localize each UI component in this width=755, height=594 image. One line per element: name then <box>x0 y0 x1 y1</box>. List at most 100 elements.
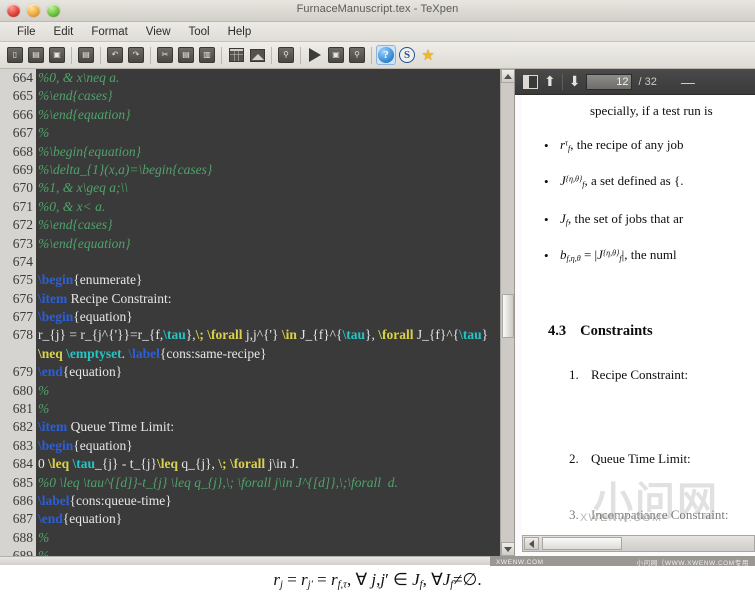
code-line[interactable]: %\begin{equation} <box>38 143 500 161</box>
title-bar: FurnaceManuscript.tex - TeXpen <box>0 0 755 22</box>
code-token: \forall <box>378 327 414 343</box>
zoom-out-icon[interactable]: — <box>681 75 695 89</box>
code-line[interactable]: \label{cons:queue-time} <box>38 492 500 510</box>
line-number-gutter: 664 665 666 667 668 669 670 671 672 673 674 675 676 6… <box>0 69 36 556</box>
code-line[interactable]: r_{j} = r_{j^{'}}=r_{f,\tau},\; \forall … <box>38 326 500 363</box>
code-token: 0 <box>38 456 49 472</box>
line-number: 677 <box>12 309 33 325</box>
pdf-bullet-text-1: , the recipe of any job <box>570 137 684 152</box>
code-line[interactable] <box>38 253 500 271</box>
redo-button[interactable]: ↷ <box>126 45 146 65</box>
code-line[interactable]: \end{equation} <box>38 363 500 381</box>
favorite-button[interactable]: ★ <box>418 45 438 65</box>
code-token: j,j^{'} <box>242 327 282 343</box>
new-file-button[interactable]: ▯ <box>5 45 25 65</box>
scroll-up-arrow-icon[interactable] <box>501 69 514 83</box>
code-token: \leq <box>48 456 70 472</box>
math-mode-button[interactable]: S <box>397 45 417 65</box>
code-token: \leq <box>156 456 178 472</box>
code-line[interactable]: %0, & x< a. <box>38 198 500 216</box>
line-number-continuation: . <box>0 345 36 363</box>
line-number: 687 <box>12 511 33 527</box>
insert-image-button[interactable] <box>247 45 267 65</box>
menu-file[interactable]: File <box>8 24 45 40</box>
pdf-preview-pane: ⬆ ⬇ 12 / 32 — specially, if a test run i… <box>514 69 755 565</box>
editor-scroll-thumb[interactable] <box>502 294 514 338</box>
code-line[interactable]: % <box>38 382 500 400</box>
menu-format[interactable]: Format <box>82 24 136 40</box>
line-number: 680 <box>12 382 33 398</box>
code-line[interactable]: 0 \leq \tau_{j} - t_{j}\leq q_{j}, \; \f… <box>38 455 500 473</box>
window-title: FurnaceManuscript.tex - TeXpen <box>296 3 459 15</box>
copy-icon: ▤ <box>178 47 194 63</box>
code-token: % <box>38 548 50 556</box>
code-line[interactable]: \begin{equation} <box>38 437 500 455</box>
bullet-dot-icon: • <box>544 212 549 227</box>
code-line[interactable]: %1, & x\geq a;\\ <box>38 179 500 197</box>
view-pdf-button[interactable]: ▣ <box>326 45 346 65</box>
code-line[interactable]: \begin{enumerate} <box>38 271 500 289</box>
find-button[interactable]: ⚲ <box>276 45 296 65</box>
code-token: \item <box>38 419 68 435</box>
print-button[interactable]: ▤ <box>76 45 96 65</box>
editor-horizontal-scrollbar[interactable] <box>0 556 514 565</box>
paste-button[interactable]: ▥ <box>197 45 217 65</box>
code-line[interactable]: %\end{cases} <box>38 87 500 105</box>
code-line[interactable]: %\end{cases} <box>38 216 500 234</box>
code-token: \label <box>128 345 160 361</box>
open-file-button[interactable]: ▤ <box>26 45 46 65</box>
code-line[interactable]: \begin{equation} <box>38 308 500 326</box>
pdf-toolbar-divider <box>561 73 563 90</box>
insert-table-button[interactable] <box>226 45 246 65</box>
pdf-page-canvas[interactable]: specially, if a test run is • rτf, the r… <box>522 95 755 535</box>
code-line[interactable]: %0 \leq \tau^{[d]}-t_{j} \leq q_{j},\; \… <box>38 474 500 492</box>
code-token: {cons:queue-time} <box>69 493 172 508</box>
code-line[interactable]: %0, & x\neq a. <box>38 69 500 87</box>
line-number: 668 <box>12 143 33 159</box>
search-pdf-button[interactable]: ⚲ <box>347 45 367 65</box>
menu-view[interactable]: View <box>137 24 180 40</box>
code-token: _{j} - t_{j} <box>95 456 157 472</box>
line-number: 669 <box>12 161 33 177</box>
code-editor[interactable]: 664 665 666 667 668 669 670 671 672 673 674 675 676 6… <box>0 69 514 556</box>
code-line[interactable]: % <box>38 400 500 418</box>
pdf-bullet-item: • Jf, the set of jobs that ar <box>544 211 684 227</box>
copy-button[interactable]: ▤ <box>176 45 196 65</box>
pdf-scroll-thumb[interactable] <box>542 537 622 550</box>
next-page-arrow-icon[interactable]: ⬇ <box>569 75 581 89</box>
toolbar-divider <box>271 46 272 64</box>
scroll-down-arrow-icon[interactable] <box>501 542 514 556</box>
code-line[interactable]: %\delta_{1}(x,a)=\begin{cases} <box>38 161 500 179</box>
scroll-left-arrow-icon[interactable] <box>524 537 539 550</box>
pdf-numbered-item: 1. Recipe Constraint: <box>569 367 688 383</box>
code-line[interactable]: % <box>38 124 500 142</box>
menu-bar: File Edit Format View Tool Help <box>0 22 755 42</box>
save-file-button[interactable]: ▣ <box>47 45 67 65</box>
menu-help[interactable]: Help <box>219 24 261 40</box>
editor-vertical-scrollbar[interactable] <box>500 69 514 556</box>
code-token: {equation} <box>62 364 123 380</box>
code-line[interactable]: \item Recipe Constraint: <box>38 290 500 308</box>
menu-tool[interactable]: Tool <box>180 24 219 40</box>
cut-button[interactable]: ✂ <box>155 45 175 65</box>
save-file-icon: ▣ <box>49 47 65 63</box>
code-token: \tau <box>342 327 366 343</box>
help-button[interactable]: ? <box>376 45 396 65</box>
sidebar-toggle-icon[interactable] <box>523 74 538 89</box>
code-line[interactable]: \item Queue Time Limit: <box>38 418 500 436</box>
previous-page-arrow-icon[interactable]: ⬆ <box>544 75 556 89</box>
pdf-horizontal-scrollbar[interactable] <box>522 535 755 552</box>
undo-button[interactable]: ↶ <box>105 45 125 65</box>
code-line[interactable]: \end{equation} <box>38 510 500 528</box>
code-token: \emptyset <box>66 345 122 361</box>
pdf-page-number-input[interactable]: 12 <box>586 73 633 90</box>
menu-edit[interactable]: Edit <box>45 24 83 40</box>
code-token: %\end{cases} <box>38 88 113 104</box>
code-line[interactable]: % <box>38 529 500 547</box>
code-token: \end <box>38 511 63 527</box>
code-text-area[interactable]: %0, & x\neq a. %\end{cases} %\end{equation… <box>36 69 500 556</box>
code-line[interactable]: % <box>38 547 500 556</box>
code-line[interactable]: %\end{equation} <box>38 106 500 124</box>
compile-run-button[interactable] <box>305 45 325 65</box>
code-line[interactable]: %\end{equation} <box>38 235 500 253</box>
